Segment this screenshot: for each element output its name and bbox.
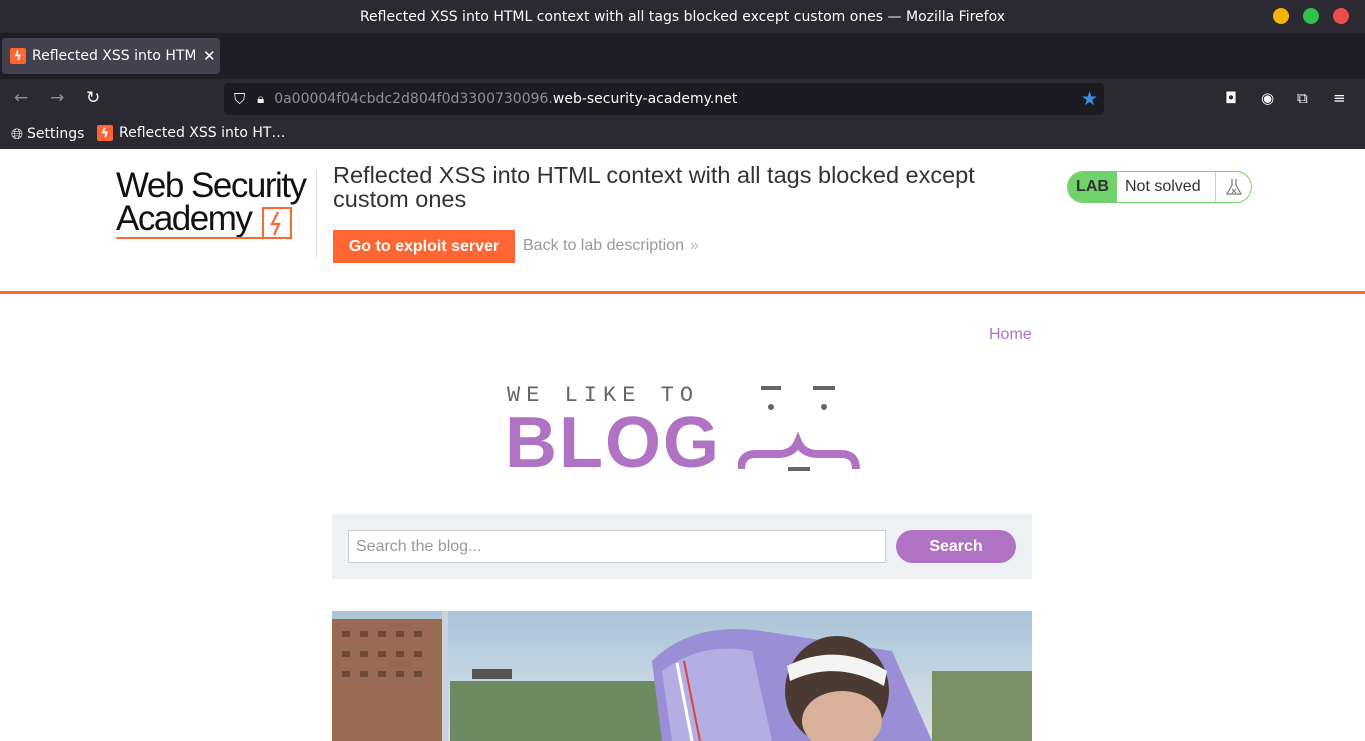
search-input[interactable] [348,530,886,563]
logo-lightning-mark-icon [262,207,292,239]
bookmark-lab[interactable]: ϟ Reflected XSS into HT… [97,125,285,141]
account-icon[interactable]: ◉ [1261,89,1274,107]
lab-tag: LAB [1068,172,1117,202]
tab-strip: ϟ Reflected XSS into HTML ✕ + ﹀ [0,33,1365,100]
lock-icon[interactable]: 🔒︎ [257,92,264,107]
reload-button[interactable]: ↻ [86,88,100,108]
tab-lab[interactable]: ϟ Reflected XSS into HTML ✕ [2,38,220,74]
blog-post-image[interactable] [332,611,1032,741]
window-title: Reflected XSS into HTML context with all… [359,8,1006,25]
lab-title: Reflected XSS into HTML context with all… [333,162,975,212]
bookmark-settings[interactable]: 🌐︎ Settings [11,125,84,143]
web-security-academy-logo[interactable]: Web Security Academy [116,166,316,244]
go-to-exploit-server-button[interactable]: Go to exploit server [333,230,515,263]
blog-headline: BLOG [505,403,721,483]
url-domain: web-security-academy.net [552,91,738,107]
extensions-puzzle-icon[interactable]: ⧉ [1297,89,1308,107]
double-chevron-right-icon: » [689,237,699,254]
bookmark-label: Reflected XSS into HT… [119,125,286,141]
blog-search-panel: Search [332,514,1032,579]
logo-line-1: Web Security [116,166,307,205]
window-titlebar: Reflected XSS into HTML context with all… [0,0,1365,33]
blog-banner: WE LIKE TO BLOG [505,379,865,484]
academy-favicon-icon: ϟ [10,48,26,64]
nav-home-link[interactable]: Home [989,326,1032,344]
tab-label: Reflected XSS into HTML [32,48,195,64]
search-button[interactable]: Search [896,530,1016,563]
header-divider [316,169,317,257]
flask-icon [1215,172,1251,202]
close-window-button[interactable] [1333,8,1349,24]
lab-status-widget: LAB Not solved [1067,171,1252,203]
pocket-icon[interactable]: ◘ [1225,89,1237,107]
bookmarks-toolbar: 🌐︎ Settings ϟ Reflected XSS into HT… [0,119,1365,149]
web-page: Web Security Academy Reflected XSS into … [0,149,1365,741]
tracking-protection-shield-icon[interactable]: ⛉ [234,90,245,108]
close-tab-icon[interactable]: ✕ [203,47,216,65]
maximize-button[interactable] [1303,8,1319,24]
bookmark-label: Settings [27,126,85,142]
lab-header: Web Security Academy Reflected XSS into … [0,149,1365,294]
navigation-toolbar: ← → ↻ ⛉ 🔒︎ 0a00004f04cbdc2d804f0d3300730… [0,79,1365,119]
blog-face-icon [738,386,860,471]
academy-favicon-icon: ϟ [97,125,113,141]
back-to-lab-description-link[interactable]: Back to lab description » [523,237,699,255]
back-link-label: Back to lab description [523,237,684,254]
minimize-button[interactable] [1273,8,1289,24]
globe-icon: 🌐︎ [11,125,24,143]
menu-hamburger-icon[interactable]: ≡ [1333,89,1346,107]
bookmark-star-icon[interactable]: ★ [1081,88,1098,110]
back-button[interactable]: ← [14,88,28,108]
url-bar[interactable]: ⛉ 🔒︎ 0a00004f04cbdc2d804f0d3300730096. we… [224,83,1104,115]
logo-underline [116,237,268,239]
forward-button[interactable]: → [50,88,64,108]
lab-status-text: Not solved [1125,178,1201,195]
url-subdomain: 0a00004f04cbdc2d804f0d3300730096. [274,91,553,107]
